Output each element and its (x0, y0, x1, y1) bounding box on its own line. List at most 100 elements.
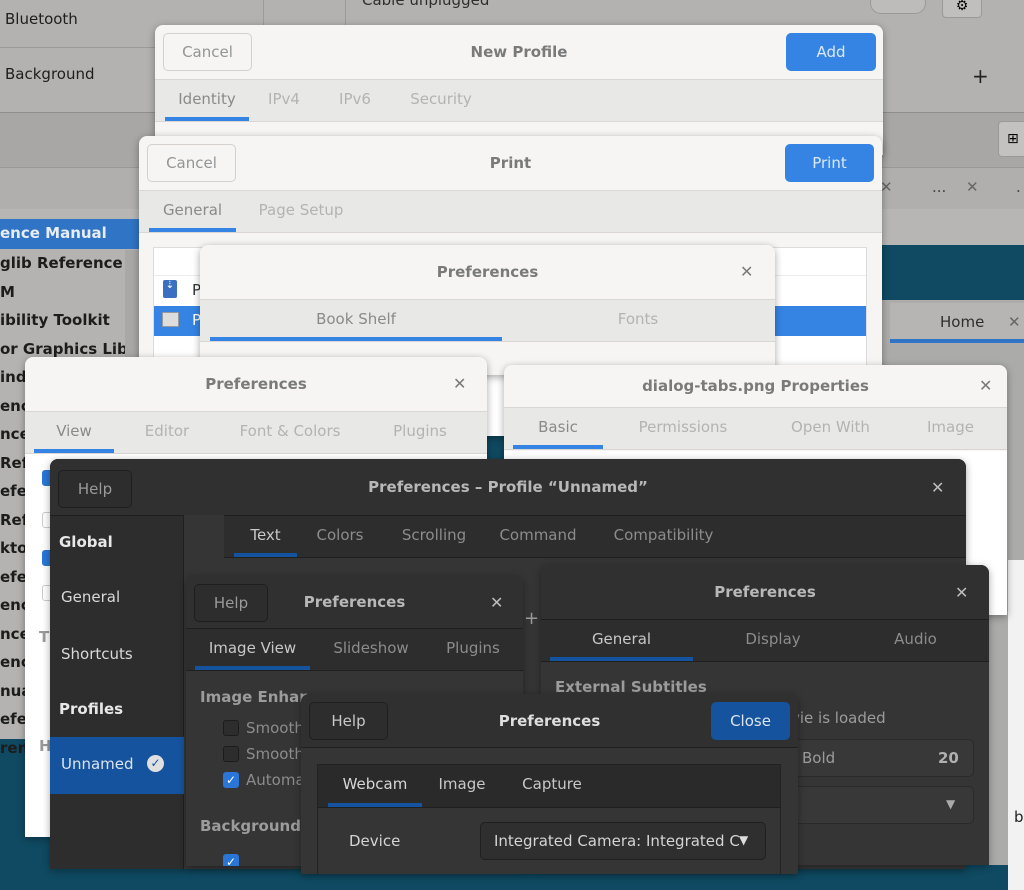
toggle-switch[interactable] (870, 0, 926, 14)
tab-colors[interactable]: Colors (297, 516, 383, 557)
book-item[interactable]: ibility Toolkit (0, 306, 140, 335)
tab-font-colors[interactable]: Font & Colors (220, 412, 360, 453)
tab-editor[interactable]: Editor (114, 412, 220, 453)
checkbox[interactable] (223, 720, 239, 736)
help-button[interactable]: Help (309, 702, 388, 740)
close-icon[interactable]: ✕ (740, 262, 753, 281)
tab-audio[interactable]: Audio (853, 620, 978, 661)
tab-home-close-icon[interactable]: ✕ (1008, 313, 1021, 331)
close-icon[interactable]: ✕ (453, 374, 466, 393)
tab-basic[interactable]: Basic (513, 408, 603, 449)
dialog-title: New Profile (470, 43, 568, 61)
tab-slideshow[interactable]: Slideshow (310, 629, 432, 670)
plus-icon[interactable]: + (972, 64, 989, 88)
new-tab-button[interactable]: ⊞ (998, 121, 1024, 157)
checkbox-checked[interactable]: ✓ (223, 772, 239, 788)
tab-ellipsis[interactable]: ... (932, 178, 946, 196)
dialog-title: Preferences (303, 593, 406, 611)
tab-compatibility[interactable]: Compatibility (591, 516, 736, 557)
default-check-icon: ✓ (147, 755, 164, 772)
cancel-button[interactable]: Cancel (147, 144, 236, 182)
sidebar-item-general[interactable]: General (61, 588, 120, 606)
close-icon[interactable]: ✕ (490, 593, 503, 612)
help-button[interactable]: Help (58, 470, 132, 508)
tab-open-with[interactable]: Open With (763, 408, 898, 449)
font-name: Bold (802, 749, 836, 767)
book-item[interactable]: glib Reference M (0, 249, 140, 306)
tab-webcam[interactable]: Webcam (328, 765, 422, 807)
option-label: Smooth (246, 745, 304, 763)
tab-ipv4[interactable]: IPv4 (249, 80, 319, 121)
device-dropdown[interactable]: Integrated Camera: Integrated C ▼ (480, 822, 766, 860)
dialog-title: Preferences (436, 263, 539, 281)
tab-plugins[interactable]: Plugins (360, 412, 480, 453)
tab-plugins[interactable]: Plugins (432, 629, 514, 670)
tab-close-icon[interactable]: ✕ (966, 178, 979, 196)
printer-icon: ⇣ (163, 280, 177, 298)
webcam-notebook: Webcam Image Capture Device Integrated C… (317, 764, 781, 874)
chevron-down-icon: ▼ (739, 833, 749, 847)
add-icon[interactable]: + (524, 608, 539, 629)
tab-image[interactable]: Image (898, 408, 1003, 449)
tab-view[interactable]: View (34, 412, 114, 453)
close-icon[interactable]: ✕ (979, 376, 992, 395)
tab-book-shelf[interactable]: Book Shelf (210, 300, 502, 341)
sidebar-heading-global: Global (59, 533, 113, 551)
device-value: Integrated Camera: Integrated C (494, 832, 740, 850)
checkbox[interactable] (223, 746, 239, 762)
gear-icon[interactable]: ⚙ (942, 0, 982, 18)
tab-ellipsis[interactable]: . (1016, 178, 1021, 196)
tab-permissions[interactable]: Permissions (603, 408, 763, 449)
font-button[interactable]: Bold 20 (771, 739, 974, 777)
sidebar: Global General Shortcuts Profiles Unname… (50, 515, 184, 869)
sidebar-item-background[interactable]: Background (5, 65, 95, 83)
font-size: 20 (938, 749, 959, 767)
tab-general[interactable]: General (550, 620, 693, 661)
close-icon[interactable]: ✕ (931, 478, 944, 497)
bookshelf-preferences-dialog: Preferences ✕ Book Shelf Fonts (200, 245, 775, 375)
tab-text[interactable]: Text (234, 516, 297, 557)
printer-icon (162, 312, 179, 327)
cancel-button[interactable]: Cancel (163, 33, 252, 71)
close-icon[interactable]: ✕ (955, 583, 968, 602)
tab-ipv6[interactable]: IPv6 (319, 80, 391, 121)
tab-security[interactable]: Security (391, 80, 491, 121)
dialog-title: Preferences (714, 583, 816, 601)
chevron-down-icon: ▼ (946, 797, 956, 811)
dialog-title: Print (489, 154, 532, 172)
tab-page-setup[interactable]: Page Setup (236, 191, 366, 232)
tab-home[interactable]: Home ✕ (890, 303, 1024, 343)
dialog-title: Preferences – Profile “Unnamed” (368, 478, 648, 496)
dialog-title: Preferences (205, 375, 307, 393)
tab-capture[interactable]: Capture (502, 765, 602, 807)
sidebar-item-bluetooth[interactable]: Bluetooth (5, 10, 78, 28)
book-item-selected[interactable]: ence Manual (0, 219, 140, 249)
dialog-title: dialog-tabs.png Properties (642, 377, 869, 395)
tab-scrolling[interactable]: Scrolling (383, 516, 485, 557)
tab-general[interactable]: General (149, 191, 236, 232)
option-label: Smooth (246, 719, 304, 737)
sidebar-item-unnamed[interactable]: Unnamed ✓ (50, 737, 184, 794)
tab-display[interactable]: Display (693, 620, 853, 661)
tab-identity[interactable]: Identity (165, 80, 249, 121)
cable-status: Cable unplugged (362, 0, 490, 9)
add-button[interactable]: Add (786, 33, 876, 71)
partial-text: b (1014, 808, 1024, 826)
sidebar-item-shortcuts[interactable]: Shortcuts (61, 645, 133, 663)
tab-home-label: Home (940, 313, 985, 331)
checkbox-checked[interactable]: ✓ (223, 854, 239, 866)
section-label: T (39, 628, 50, 646)
device-label: Device (349, 832, 401, 850)
profile-name: Unnamed (61, 755, 134, 773)
print-button[interactable]: Print (785, 144, 874, 182)
webcam-preferences-dialog: Preferences Help Close Webcam Image Capt… (301, 694, 798, 874)
help-button[interactable]: Help (194, 584, 268, 622)
close-button[interactable]: Close (711, 702, 790, 740)
dialog-title: Preferences (498, 711, 601, 730)
encoding-dropdown[interactable]: ▼ (771, 786, 974, 824)
tab-image-view[interactable]: Image View (195, 629, 310, 670)
tab-fonts[interactable]: Fonts (502, 300, 774, 341)
tab-image[interactable]: Image (422, 765, 502, 807)
tab-command[interactable]: Command (485, 516, 591, 557)
load-subtitles-label: vie is loaded (791, 709, 886, 727)
